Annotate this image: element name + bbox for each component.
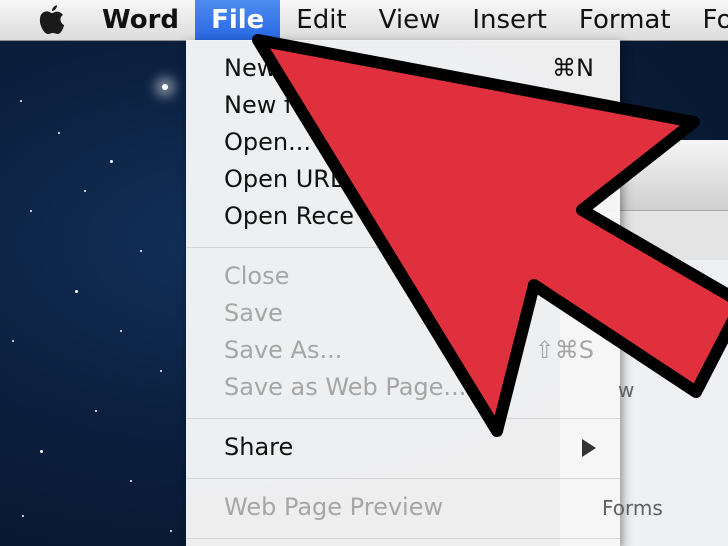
ghost-forms-text: Forms <box>602 496 663 520</box>
star <box>140 250 142 252</box>
star <box>30 210 32 212</box>
menu-item-label: New <box>224 54 277 82</box>
menu-item-label: Save As... <box>224 336 343 364</box>
menu-separator <box>186 247 620 248</box>
menu-item-web-page-preview[interactable]: Web Page Preview <box>186 489 620 526</box>
menu-separator <box>186 418 620 419</box>
star <box>110 160 113 163</box>
menu-item-label: Web Page Preview <box>224 493 444 521</box>
menu-item-open-recent[interactable]: Open Rece <box>186 198 620 235</box>
menu-item-open[interactable]: Open... <box>186 124 620 161</box>
submenu-arrow-icon <box>582 439 596 457</box>
menu-item-label: New f <box>224 91 293 119</box>
bright-star <box>162 84 168 90</box>
menu-item-close[interactable]: Close <box>186 258 620 295</box>
file-menu-dropdown: New ⌘N New f Open... Open URL Open Rece … <box>186 40 620 546</box>
star <box>58 132 60 134</box>
menu-item-share[interactable]: Share <box>186 429 620 466</box>
apple-icon[interactable] <box>36 4 66 36</box>
star <box>170 530 172 532</box>
menu-font[interactable]: Font <box>687 0 728 40</box>
menu-item-open-url[interactable]: Open URL <box>186 161 620 198</box>
star <box>12 340 14 342</box>
menu-separator <box>186 538 620 539</box>
star <box>130 480 132 482</box>
menu-item-label: Open Rece <box>224 202 355 230</box>
menu-format[interactable]: Format <box>563 0 687 40</box>
menu-file[interactable]: File <box>195 0 281 40</box>
star <box>84 190 86 192</box>
menu-item-save-as-web-page[interactable]: Save as Web Page... <box>186 369 620 406</box>
menu-item-label: Save <box>224 299 283 327</box>
star <box>120 330 122 332</box>
ghost-layout-view-text: w <box>618 378 635 402</box>
menu-item-label: Share <box>224 433 294 461</box>
menu-view[interactable]: View <box>363 0 457 40</box>
menu-edit[interactable]: Edit <box>280 0 362 40</box>
star <box>20 100 22 102</box>
menu-separator <box>186 478 620 479</box>
menu-word[interactable]: Word <box>96 0 195 40</box>
menu-item-save[interactable]: Save <box>186 295 620 332</box>
menu-item-label: Close <box>224 262 290 290</box>
shortcut-label: ⇧⌘S <box>534 336 594 364</box>
menu-item-label: Open URL <box>224 165 344 193</box>
menu-bar: Word File Edit View Insert Format Font <box>0 0 728 41</box>
star <box>160 370 162 372</box>
shortcut-label: ⌘N <box>552 54 594 82</box>
menu-item-new-from-template[interactable]: New f <box>186 87 620 124</box>
star <box>95 410 97 412</box>
star <box>75 290 78 293</box>
menu-insert[interactable]: Insert <box>456 0 563 40</box>
star <box>22 515 24 517</box>
menu-item-new[interactable]: New ⌘N <box>186 50 620 87</box>
menu-item-save-as[interactable]: Save As... ⇧⌘S <box>186 332 620 369</box>
menu-item-label: Save as Web Page... <box>224 373 467 401</box>
star <box>40 450 43 453</box>
menu-item-label: Open... <box>224 128 311 156</box>
